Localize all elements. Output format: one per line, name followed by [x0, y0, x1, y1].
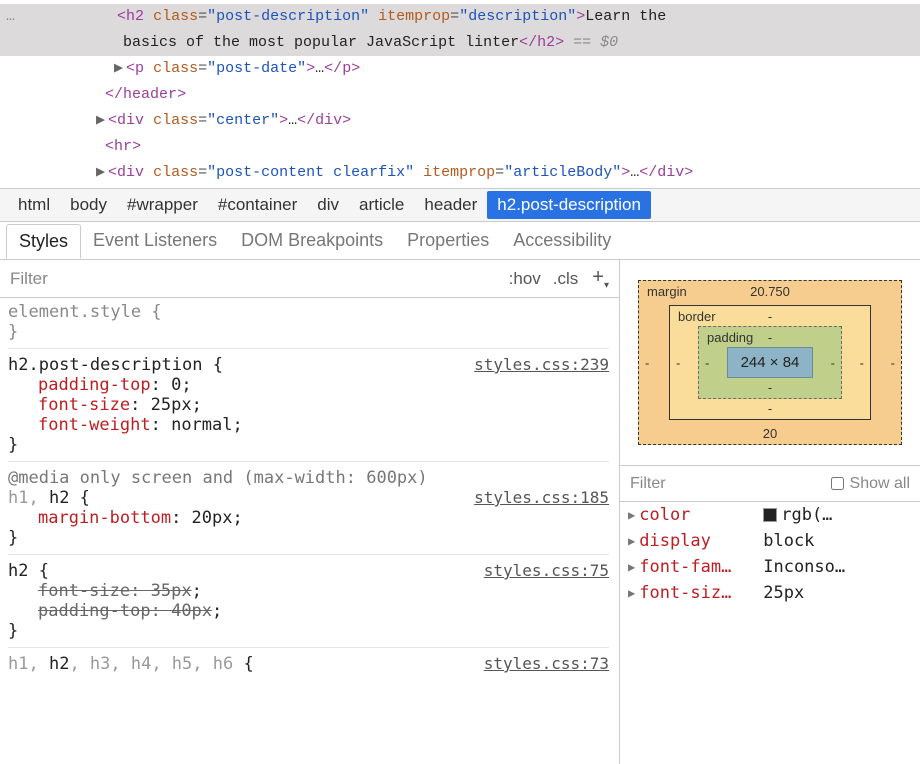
computed-row-font-family[interactable]: ▶ font-fam… Inconso…: [620, 554, 920, 580]
rule-post-description[interactable]: h2.post-description { styles.css:239 pad…: [8, 355, 609, 462]
tab-event-listeners[interactable]: Event Listeners: [81, 224, 229, 257]
source-link[interactable]: styles.css:239: [474, 355, 609, 375]
disclosure-icon[interactable]: ▶: [628, 560, 635, 574]
color-swatch-icon: [763, 508, 777, 522]
crumb-article[interactable]: article: [349, 191, 414, 219]
source-link[interactable]: styles.css:75: [484, 561, 609, 581]
crumb-body[interactable]: body: [60, 191, 117, 219]
dom-node-selected[interactable]: … <h2 class="post-description" itemprop=…: [0, 4, 920, 56]
disclosure-icon[interactable]: ▶: [96, 108, 108, 134]
selected-marker: == $0: [564, 34, 618, 51]
crumb-wrapper[interactable]: #wrapper: [117, 191, 208, 219]
styles-filter-row: Filter :hov .cls +▾: [0, 260, 619, 298]
box-model[interactable]: margin 20.750 - 20 - border - - - - padd…: [620, 260, 920, 466]
dom-tree[interactable]: … <h2 class="post-description" itemprop=…: [0, 0, 920, 188]
computed-filter-row: Filter Show all: [620, 466, 920, 502]
tab-styles[interactable]: Styles: [6, 224, 81, 259]
tab-accessibility[interactable]: Accessibility: [501, 224, 623, 257]
computed-pane: margin 20.750 - 20 - border - - - - padd…: [620, 260, 920, 764]
new-rule-button[interactable]: +▾: [592, 266, 609, 291]
tab-dom-breakpoints[interactable]: DOM Breakpoints: [229, 224, 395, 257]
dom-node[interactable]: ▶<div class="center">…</div>: [0, 108, 920, 134]
crumb-header[interactable]: header: [414, 191, 487, 219]
disclosure-icon[interactable]: ▶: [114, 56, 126, 82]
disclosure-icon[interactable]: ▶: [628, 586, 635, 600]
styles-pane: Filter :hov .cls +▾ element.style { } h2…: [0, 260, 620, 764]
computed-row-display[interactable]: ▶ display block: [620, 528, 920, 554]
dom-node[interactable]: ▶<p class="post-date">…</p>: [0, 56, 920, 82]
hov-toggle[interactable]: :hov: [509, 269, 541, 289]
sidebar-tabs: Styles Event Listeners DOM Breakpoints P…: [0, 222, 920, 260]
computed-row-color[interactable]: ▶ color rgb(…: [620, 502, 920, 528]
dom-node[interactable]: <hr>: [0, 134, 920, 160]
media-query: @media only screen and (max-width: 600px…: [8, 468, 609, 488]
crumb-html[interactable]: html: [8, 191, 60, 219]
computed-row-font-size[interactable]: ▶ font-siz… 25px: [620, 580, 920, 606]
disclosure-icon[interactable]: ▶: [628, 508, 635, 522]
crumb-div[interactable]: div: [307, 191, 349, 219]
disclosure-icon[interactable]: ▶: [628, 534, 635, 548]
computed-list: ▶ color rgb(… ▶ display block ▶ font-fam…: [620, 502, 920, 606]
dom-node[interactable]: ▶<div class="post-content clearfix" item…: [0, 160, 920, 186]
source-link[interactable]: styles.css:185: [474, 488, 609, 508]
tab-properties[interactable]: Properties: [395, 224, 501, 257]
crumb-container[interactable]: #container: [208, 191, 307, 219]
source-link[interactable]: styles.css:73: [484, 654, 609, 674]
breadcrumb: html body #wrapper #container div articl…: [0, 188, 920, 222]
rule-element-style[interactable]: element.style { }: [8, 302, 609, 349]
show-all-checkbox[interactable]: [831, 477, 844, 490]
disclosure-icon[interactable]: ▶: [96, 160, 108, 186]
styles-filter-input[interactable]: Filter: [10, 269, 48, 289]
show-all-label: Show all: [850, 475, 910, 493]
computed-filter-input[interactable]: Filter: [630, 475, 666, 493]
rule-headings[interactable]: h1, h2, h3, h4, h5, h6 { styles.css:73: [8, 654, 609, 674]
more-icon: …: [6, 8, 17, 25]
cls-toggle[interactable]: .cls: [553, 269, 579, 289]
crumb-current[interactable]: h2.post-description: [487, 191, 651, 219]
box-content[interactable]: 244 × 84: [727, 347, 813, 378]
rule-h1-h2[interactable]: h1, h2 { styles.css:185 margin-bottom: 2…: [8, 488, 609, 555]
dom-node[interactable]: </header>: [0, 82, 920, 108]
rule-h2[interactable]: h2 { styles.css:75 font-size: 35px; padd…: [8, 561, 609, 648]
